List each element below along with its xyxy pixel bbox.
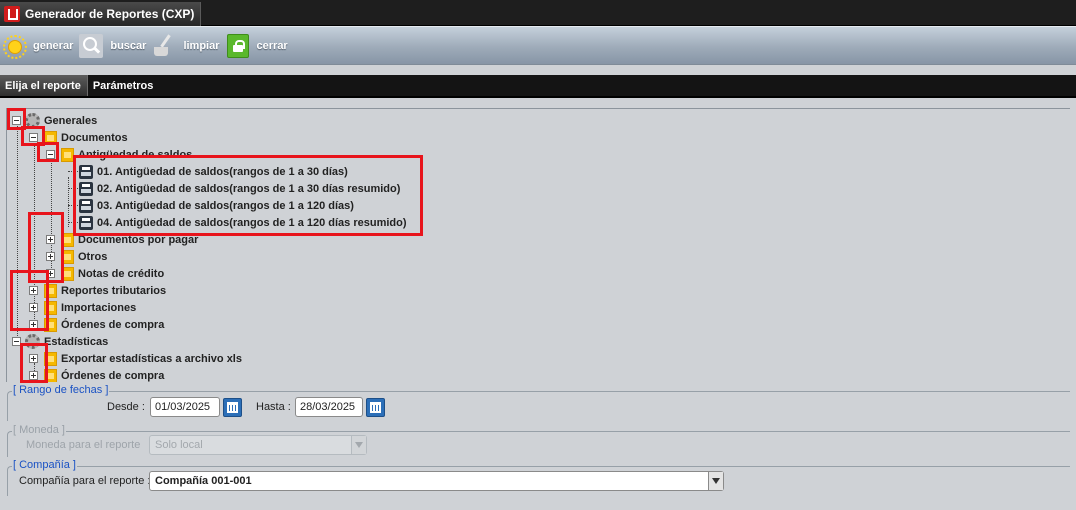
company-select[interactable]: Compañía 001-001 xyxy=(149,471,724,491)
calendar-icon[interactable] xyxy=(223,398,242,417)
currency-legend: [ Moneda ] xyxy=(12,424,66,436)
tree-label: Exportar estadísticas a archivo xls xyxy=(61,352,242,365)
tree-node-ordenes-compra-2[interactable]: Órdenes de compra xyxy=(29,367,164,382)
from-label: Desde : xyxy=(107,401,145,413)
close-button[interactable]: cerrar xyxy=(226,33,288,58)
broom-icon xyxy=(152,34,176,58)
company-label: Compañía para el reporte : xyxy=(19,475,151,487)
title-bar: Generador de Reportes (CXP) xyxy=(0,0,1076,26)
close-label: cerrar xyxy=(256,39,288,52)
tree-label: Otros xyxy=(78,250,108,263)
chevron-down-icon xyxy=(708,472,723,490)
tree-label: Estadísticas xyxy=(44,335,109,348)
currency-value: Solo local xyxy=(155,439,203,451)
date-range-legend: [ Rango de fechas ] xyxy=(12,384,110,396)
clear-button[interactable]: limpiar xyxy=(152,34,220,58)
to-label: Hasta : xyxy=(256,401,291,413)
tab-parameters[interactable]: Parámetros xyxy=(88,75,160,96)
generate-label: generar xyxy=(33,39,74,52)
tree-label: Importaciones xyxy=(61,301,137,314)
tree-label: Reportes tributarios xyxy=(61,284,167,297)
calendar-icon[interactable] xyxy=(366,398,385,417)
tab-choose-report[interactable]: Elija el reporte xyxy=(0,75,88,96)
highlight-box xyxy=(73,155,423,236)
exit-icon xyxy=(226,33,250,58)
tree-label: Notas de crédito xyxy=(78,267,165,280)
tree-node-ordenes-compra[interactable]: Órdenes de compra xyxy=(29,316,164,333)
sun-icon xyxy=(2,34,27,59)
app-icon xyxy=(4,6,20,22)
company-value: Compañía 001-001 xyxy=(155,475,252,487)
search-button[interactable]: buscar xyxy=(79,33,147,58)
highlight-box xyxy=(20,343,48,383)
separator xyxy=(0,64,1076,74)
from-date-input[interactable] xyxy=(150,397,220,417)
search-icon xyxy=(79,33,104,58)
tree-label-documentos: Documentos xyxy=(61,131,128,144)
search-label: buscar xyxy=(110,39,147,52)
tree-label: Órdenes de compra xyxy=(61,318,165,331)
to-date-input[interactable] xyxy=(295,397,363,417)
tree-label: Órdenes de compra xyxy=(61,369,165,382)
tab-bar: Elija el reporte Parámetros xyxy=(0,75,1076,98)
window-title-tab[interactable]: Generador de Reportes (CXP) xyxy=(0,2,202,26)
toolbar: generar buscar limpiar cerrar xyxy=(0,26,1076,64)
currency-label: Moneda para el reporte xyxy=(26,439,141,451)
report-tree: Generales Documentos Antigüedad de saldo… xyxy=(6,108,1070,382)
clear-label: limpiar xyxy=(183,39,220,52)
highlight-box xyxy=(10,270,49,331)
tree-node-reportes-tributarios[interactable]: Reportes tributarios xyxy=(29,282,166,299)
tree-node-exportar-xls[interactable]: Exportar estadísticas a archivo xls xyxy=(29,350,242,367)
tree-label-generales: Generales xyxy=(44,114,98,127)
currency-select[interactable]: Solo local xyxy=(149,435,367,455)
window-title: Generador de Reportes (CXP) xyxy=(25,7,195,21)
chevron-down-icon xyxy=(351,436,366,454)
company-legend: [ Compañía ] xyxy=(12,459,77,471)
highlight-box xyxy=(37,142,59,162)
generate-button[interactable]: generar xyxy=(2,34,74,59)
